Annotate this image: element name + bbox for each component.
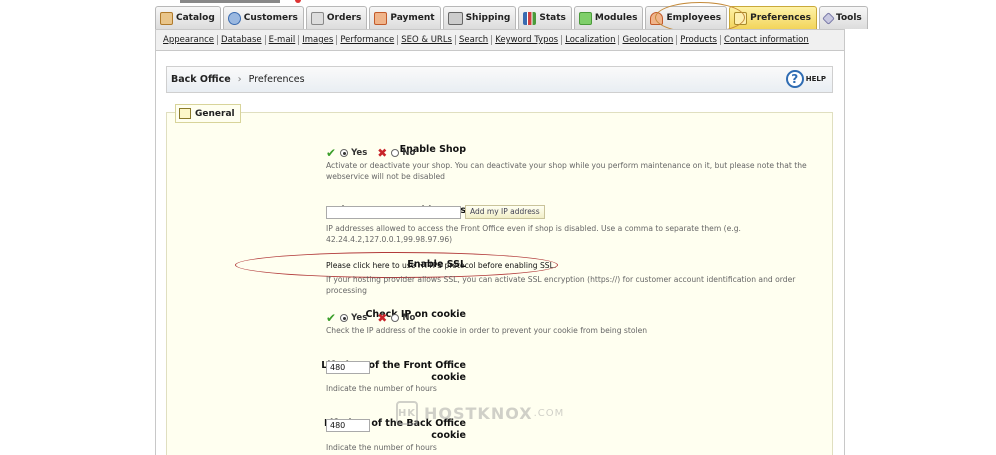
check-ip-cookie-yes-label: Yes (351, 313, 368, 323)
cross-icon: ✖ (377, 311, 388, 325)
enable-shop-no-label: No (402, 148, 416, 158)
tab-payment[interactable]: Payment (369, 6, 441, 29)
subnav-keyword-typos[interactable]: Keyword Typos (492, 35, 563, 45)
breadcrumb-root[interactable]: Back Office (171, 74, 231, 85)
customers-icon (227, 11, 241, 25)
main-tabs: Catalog Customers Orders Payment Shippin… (155, 6, 868, 29)
prestashop-admin: Catalog Customers Orders Payment Shippin… (0, 0, 996, 455)
tools-icon (822, 11, 835, 25)
hostknox-watermark: HK HOSTKNOX .COM (396, 401, 564, 425)
front-cookie-desc: Indicate the number of hours (326, 384, 437, 393)
help-icon: ? (785, 70, 804, 88)
subnav-email[interactable]: E-mail (266, 35, 300, 45)
enable-shop-yes-label: Yes (351, 148, 368, 158)
help-label: HELP (805, 75, 826, 83)
main-panel: Back Office › Preferences ? HELP (155, 51, 845, 455)
modules-icon (578, 11, 592, 25)
tab-customers[interactable]: Customers (222, 6, 304, 29)
enable-shop-no-radio[interactable] (391, 149, 400, 157)
subnav: Appearance Database E-mail Images Perfor… (155, 29, 845, 51)
check-ip-cookie-desc: Check the IP address of the cookie in or… (326, 326, 648, 335)
enable-ssl-desc: If your hosting provider allows SSL, you… (326, 275, 796, 295)
add-my-ip-button[interactable]: Add my IP address (465, 205, 545, 219)
subnav-performance[interactable]: Performance (337, 35, 399, 45)
subnav-products[interactable]: Products (677, 35, 721, 45)
top-strip (180, 0, 280, 3)
breadcrumb: Back Office › Preferences ? HELP (166, 66, 833, 93)
back-cookie-desc: Indicate the number of hours (326, 443, 437, 452)
check-ip-cookie-no-label: No (402, 313, 416, 323)
section-title: General (195, 108, 235, 119)
shipping-icon (447, 11, 463, 25)
back-cookie-input[interactable]: 480 (326, 419, 370, 432)
subnav-search[interactable]: Search (456, 35, 493, 45)
check-ip-cookie-options: ✔ Yes ✖ No (326, 311, 415, 325)
payment-icon (374, 11, 388, 25)
subnav-images[interactable]: Images (299, 35, 338, 45)
subnav-geolocation[interactable]: Geolocation (619, 35, 678, 45)
subnav-localization[interactable]: Localization (562, 35, 620, 45)
cross-icon: ✖ (377, 146, 388, 160)
subnav-seo-urls[interactable]: SEO & URLs (398, 35, 456, 45)
settings-folder-icon (179, 108, 191, 119)
tab-tools[interactable]: Tools (819, 6, 868, 29)
left-margin (0, 0, 156, 455)
check-icon: ✔ (326, 311, 337, 325)
help-button[interactable]: ? HELP (785, 70, 826, 88)
front-cookie-label: Lifetime of the Front Office cookie (321, 360, 466, 383)
maintenance-ip-input[interactable] (326, 206, 461, 219)
subnav-contact-information[interactable]: Contact information (721, 35, 812, 45)
breadcrumb-current: Preferences (248, 74, 305, 85)
hostknox-logo-icon: HK (396, 401, 418, 425)
enable-shop-options: ✔ Yes ✖ No (326, 146, 415, 160)
enable-shop-yes-radio[interactable] (340, 149, 349, 157)
top-dot (295, 0, 301, 3)
subnav-database[interactable]: Database (218, 35, 266, 45)
tab-shipping[interactable]: Shipping (442, 6, 517, 29)
chevron-right-icon: › (237, 74, 242, 85)
stats-icon (523, 11, 537, 25)
tab-stats[interactable]: Stats (518, 6, 572, 29)
front-cookie-input[interactable]: 480 (326, 361, 370, 374)
check-icon: ✔ (326, 146, 337, 160)
maintenance-ip-desc: IP addresses allowed to access the Front… (326, 224, 741, 244)
tab-catalog[interactable]: Catalog (155, 6, 221, 29)
general-legend: General (175, 104, 241, 123)
enable-shop-desc: Activate or deactivate your shop. You ca… (326, 161, 807, 181)
orders-icon (310, 11, 324, 25)
catalog-icon (160, 11, 173, 25)
subnav-appearance[interactable]: Appearance (160, 35, 219, 45)
check-ip-cookie-no-radio[interactable] (391, 314, 400, 322)
tab-orders[interactable]: Orders (305, 6, 368, 29)
check-ip-cookie-yes-radio[interactable] (340, 314, 349, 322)
tab-modules[interactable]: Modules (573, 6, 644, 29)
